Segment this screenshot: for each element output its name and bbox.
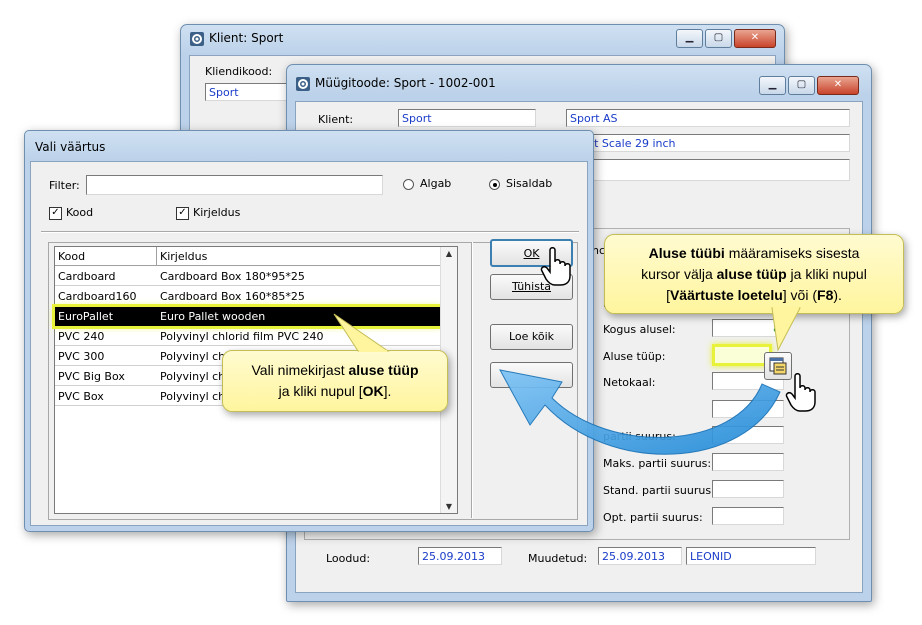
- kogus-alusel-label: Kogus alusel:: [603, 323, 676, 336]
- app-icon: [189, 30, 205, 46]
- maks-partii-label: Maks. partii suurus:: [603, 457, 712, 470]
- kliendikood-label: Kliendikood:: [205, 65, 273, 78]
- klient-field[interactable]: Sport: [398, 109, 536, 127]
- maks-partii-field[interactable]: [712, 453, 784, 471]
- loodud-label: Loodud:: [326, 552, 371, 565]
- minimize-button[interactable]: ▁: [759, 76, 786, 95]
- extra-button[interactable]: [490, 362, 573, 388]
- cell-kood: PVC Big Box: [55, 367, 157, 386]
- muudetud-label: Muudetud:: [528, 552, 588, 565]
- klient-label: Klient:: [318, 113, 354, 126]
- kliendikood-field[interactable]: Sport: [205, 83, 291, 101]
- opt-partii-label: Opt. partii suurus:: [603, 511, 703, 524]
- callout-left-pointer: [333, 313, 390, 352]
- hand-cursor-icon: [785, 373, 816, 412]
- close-button[interactable]: ✕: [734, 29, 776, 48]
- netokaal-label: Netokaal:: [603, 376, 656, 389]
- hand-cursor-icon: [540, 247, 571, 286]
- cell-kood: EuroPallet: [58, 310, 114, 323]
- user-field[interactable]: LEONID: [686, 547, 816, 565]
- klient-window-controls: ▁ ▢ ✕: [676, 29, 776, 48]
- maximize-button[interactable]: ▢: [705, 29, 732, 48]
- cell-kirjeldus: Polyvinyl chlorid film PVC 240: [157, 327, 441, 346]
- stand-partii-field[interactable]: [712, 480, 784, 498]
- check-kood[interactable]: ✓ Kood: [49, 206, 93, 220]
- callout-right: Aluse tüübi määramiseks sisesta kursor v…: [604, 234, 904, 314]
- check-kirjeldus-box[interactable]: ✓: [176, 206, 189, 220]
- vertical-separator: [471, 242, 473, 518]
- column-header-kood[interactable]: Kood: [55, 247, 157, 266]
- extra-field[interactable]: [566, 159, 850, 181]
- klient-name-field[interactable]: Sport AS: [566, 109, 850, 127]
- minimize-button[interactable]: ▁: [676, 29, 703, 48]
- partii-suurus-label: partii suurus:: [603, 430, 676, 443]
- filter-input[interactable]: [86, 175, 383, 195]
- radio-sisaldab[interactable]: Sisaldab: [489, 177, 552, 190]
- table-row[interactable]: Cardboard160 Cardboard Box 160*85*25: [55, 287, 441, 306]
- column-header-kirjeldus[interactable]: Kirjeldus: [157, 247, 441, 266]
- scroll-down-icon[interactable]: ▼: [441, 502, 457, 511]
- loodud-field[interactable]: 25.09.2013: [418, 547, 502, 565]
- callout-right-pointer: [771, 307, 801, 352]
- muugitoode-window-title: Müügitoode: Sport - 1002-001: [295, 70, 496, 96]
- vali-vaartus-window: Vali väärtus Filter: Algab Sisaldab ✓ Koo…: [24, 130, 594, 532]
- vali-vaartus-body: Filter: Algab Sisaldab ✓ Kood ✓ Kirjeldus …: [30, 161, 588, 526]
- radio-algab-button[interactable]: [403, 178, 414, 190]
- cell-kirjeldus: Euro Pallet wooden: [160, 310, 266, 323]
- stand-partii-label: Stand. partii suurus:: [603, 484, 715, 497]
- field-row-6[interactable]: [712, 400, 784, 418]
- cell-kood: PVC Box: [55, 387, 157, 406]
- check-kood-box[interactable]: ✓: [49, 206, 62, 220]
- maximize-button[interactable]: ▢: [788, 76, 815, 95]
- cell-kirjeldus: Cardboard Box 180*95*25: [157, 267, 441, 286]
- aluse-tuup-field[interactable]: [712, 344, 772, 366]
- radio-sisaldab-button[interactable]: [489, 178, 500, 190]
- cell-kood: PVC 300: [55, 347, 157, 366]
- cell-kood: PVC 240: [55, 327, 157, 346]
- separator: [41, 231, 579, 233]
- aluse-tuup-label: Aluse tüüp:: [603, 350, 666, 363]
- opt-partii-field[interactable]: [712, 507, 784, 525]
- vali-vaartus-title: Vali väärtus: [35, 140, 106, 154]
- check-kirjeldus[interactable]: ✓ Kirjeldus: [176, 206, 240, 220]
- grid-header: Kood Kirjeldus: [55, 247, 441, 266]
- loe-koik-button[interactable]: Loe kõik: [490, 324, 573, 350]
- close-button[interactable]: ✕: [817, 76, 859, 95]
- cell-kood: Cardboard160: [55, 287, 157, 306]
- scroll-up-icon[interactable]: ▲: [441, 249, 457, 258]
- filter-label: Filter:: [49, 179, 80, 192]
- callout-left: Vali nimekirjast aluse tüüp ja kliki nup…: [222, 350, 448, 412]
- muugitoode-window-controls: ▁ ▢ ✕: [759, 76, 859, 95]
- cell-kood: Cardboard: [55, 267, 157, 286]
- radio-algab[interactable]: Algab: [403, 177, 451, 190]
- klient-window-title: Klient: Sport: [189, 25, 283, 51]
- product-name-field[interactable]: Scott Scale 29 inch: [566, 134, 850, 152]
- cell-kirjeldus: Cardboard Box 160*85*25: [157, 287, 441, 306]
- partii-suurus-field[interactable]: [712, 426, 784, 444]
- muudetud-field[interactable]: 25.09.2013: [598, 547, 682, 565]
- app-icon: [295, 75, 311, 91]
- table-row[interactable]: Cardboard Cardboard Box 180*95*25: [55, 267, 441, 286]
